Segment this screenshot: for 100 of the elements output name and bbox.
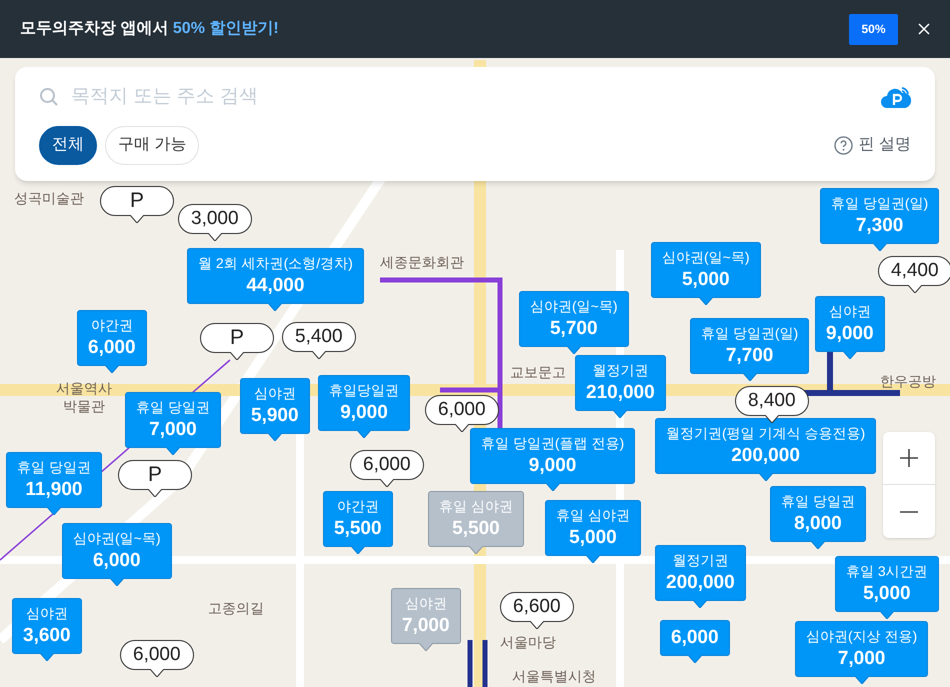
pin-pointer-icon [104, 365, 119, 373]
pin-pointer-icon [530, 621, 544, 629]
pin-pointer-icon [208, 233, 222, 241]
price-bubble[interactable]: 6,600 [500, 592, 574, 622]
pin-pointer-icon [880, 611, 894, 619]
ticket-name: 심야권(일~목) [530, 297, 618, 316]
pin-pointer-icon [586, 555, 600, 563]
filter-chip[interactable]: 구매 가능 [105, 126, 200, 164]
ticket-price: 210,000 [586, 381, 655, 405]
pin-pointer-icon [418, 643, 433, 651]
ticket-pin[interactable]: 월정기권 200,000 [655, 545, 746, 601]
ticket-pin[interactable]: 야간권 6,000 [77, 310, 147, 366]
close-icon[interactable] [918, 23, 930, 35]
price-bubble[interactable]: 3,000 [178, 204, 252, 234]
ticket-pin[interactable]: 휴일 심야권 5,000 [545, 500, 641, 556]
ticket-pin[interactable]: 휴일 당일권(일) 7,300 [820, 188, 940, 244]
ticket-price: 6,000 [671, 626, 719, 650]
parking-bubble[interactable]: P [118, 460, 192, 490]
ticket-pin[interactable]: 월정기권 210,000 [575, 355, 666, 411]
ticket-price: 200,000 [731, 444, 800, 468]
place-label: 교보문고 [510, 364, 566, 382]
ticket-price: 5,700 [550, 317, 598, 341]
help-icon[interactable] [834, 136, 853, 154]
ticket-pin[interactable]: 휴일 심야권 5,500 [428, 491, 524, 547]
pin-pointer-icon [842, 351, 857, 359]
ticket-pin[interactable]: 심야권 3,600 [12, 598, 82, 654]
ticket-price: 5,900 [251, 404, 299, 428]
place-label: 서울역사 박물관 [55, 380, 113, 415]
ticket-price: 5,500 [334, 517, 382, 541]
parking-bubble[interactable]: P [200, 323, 274, 353]
ticket-price: 9,000 [826, 322, 874, 346]
ticket-pin[interactable]: 휴일 당일권 11,900 [6, 452, 102, 508]
ticket-pin[interactable]: 심야권(일~목) 5,700 [519, 291, 628, 347]
pin-pointer-icon [268, 433, 282, 441]
ticket-price: 5,500 [452, 517, 500, 541]
cloud-parking-logo-icon [881, 85, 911, 110]
price-bubble[interactable]: 6,000 [120, 640, 194, 670]
pin-pointer-icon [166, 447, 180, 455]
pin-pointer-icon [350, 546, 365, 554]
ticket-pin[interactable]: 야간권 5,500 [323, 491, 393, 547]
ticket-price: 6,000 [92, 549, 141, 573]
ticket-name: 휴일당일권 [329, 381, 399, 400]
ticket-pin[interactable]: 심야권(일~목) 5,000 [651, 242, 760, 298]
parking-bubble[interactable]: P [100, 186, 174, 216]
pin-pointer-icon [688, 655, 702, 663]
place-label: 서울마당 [500, 634, 556, 652]
place-label: 고종의길 [208, 600, 264, 618]
pin-pointer-icon [810, 541, 825, 549]
ticket-price: 7,000 [149, 418, 197, 442]
ticket-name: 휴일 3시간권 [846, 562, 928, 581]
price-bubble[interactable]: 6,000 [350, 450, 424, 480]
pin-pointer-icon [380, 479, 394, 487]
ticket-pin[interactable]: 심야권 7,000 [391, 588, 461, 644]
ticket-name: 월정기권(평일 기계식 승용전용) [666, 424, 866, 443]
ticket-price: 5,000 [863, 582, 911, 606]
ticket-name: 휴일 심야권 [556, 506, 630, 525]
price-bubble[interactable]: 6,000 [425, 395, 499, 425]
ticket-price: 3,600 [23, 624, 71, 648]
ticket-pin[interactable]: 휴일 당일권 8,000 [770, 486, 866, 542]
ticket-pin[interactable]: 심야권(지상 전용) 7,000 [795, 621, 928, 677]
ticket-price: 7,000 [838, 647, 886, 671]
pin-help-link[interactable]: 핀 설명 [858, 133, 911, 157]
ticket-pin[interactable]: 심야권(일~목) 6,000 [62, 523, 172, 579]
ticket-pin[interactable]: 휴일당일권 9,000 [318, 375, 410, 431]
ticket-pin[interactable]: 휴일 3시간권 5,000 [835, 556, 939, 612]
search-field[interactable]: 목적지 또는 주소 검색 [71, 83, 869, 112]
coupon-badge[interactable]: 50% [849, 14, 898, 44]
pin-pointer-icon [40, 653, 54, 661]
ticket-pin[interactable]: 6,000 [660, 620, 730, 656]
pin-pointer-icon [150, 669, 164, 677]
ticket-name: 휴일 당일권 [136, 398, 210, 417]
pin-pointer-icon [742, 373, 757, 381]
ticket-pin[interactable]: 휴일 당일권 7,000 [125, 392, 221, 448]
ticket-name: 휴일 당일권(플랩 전용) [481, 434, 624, 453]
pin-pointer-icon [268, 303, 282, 311]
ticket-name: 휴일 당일권(일) [831, 194, 928, 213]
ticket-pin[interactable]: 휴일 당일권(플랩 전용) 9,000 [470, 428, 636, 484]
ticket-name: 휴일 당일권 [17, 458, 91, 477]
ticket-price: 7,300 [856, 214, 904, 238]
pin-pointer-icon [110, 578, 124, 586]
price-bubble[interactable]: 4,400 [878, 256, 950, 286]
pin-pointer-icon [698, 297, 713, 305]
ticket-name: 월 2회 세차권(소형/경차) [198, 254, 353, 273]
ticket-pin[interactable]: 월정기권(평일 기계식 승용전용) 200,000 [655, 418, 876, 474]
ticket-name: 심야권 [26, 604, 68, 623]
ticket-pin[interactable]: 휴일 당일권(일) 7,700 [690, 318, 810, 374]
price-bubble[interactable]: 8,400 [735, 386, 809, 416]
minus-icon [900, 510, 918, 512]
ticket-pin[interactable]: 심야권 9,000 [815, 296, 885, 352]
pin-pointer-icon [46, 507, 61, 515]
pin-pointer-icon [872, 243, 887, 251]
pin-pointer-icon [908, 285, 922, 293]
ticket-price: 8,000 [794, 512, 842, 536]
ticket-price: 5,000 [682, 268, 730, 292]
place-label: 서울특별시청 [512, 668, 596, 686]
price-bubble[interactable]: 5,400 [282, 322, 356, 352]
place-label: 한우공방 [880, 373, 936, 390]
filter-chip[interactable]: 전체 [39, 126, 97, 164]
ticket-pin[interactable]: 심야권 5,900 [240, 378, 310, 434]
ticket-pin[interactable]: 월 2회 세차권(소형/경차) 44,000 [187, 248, 364, 304]
